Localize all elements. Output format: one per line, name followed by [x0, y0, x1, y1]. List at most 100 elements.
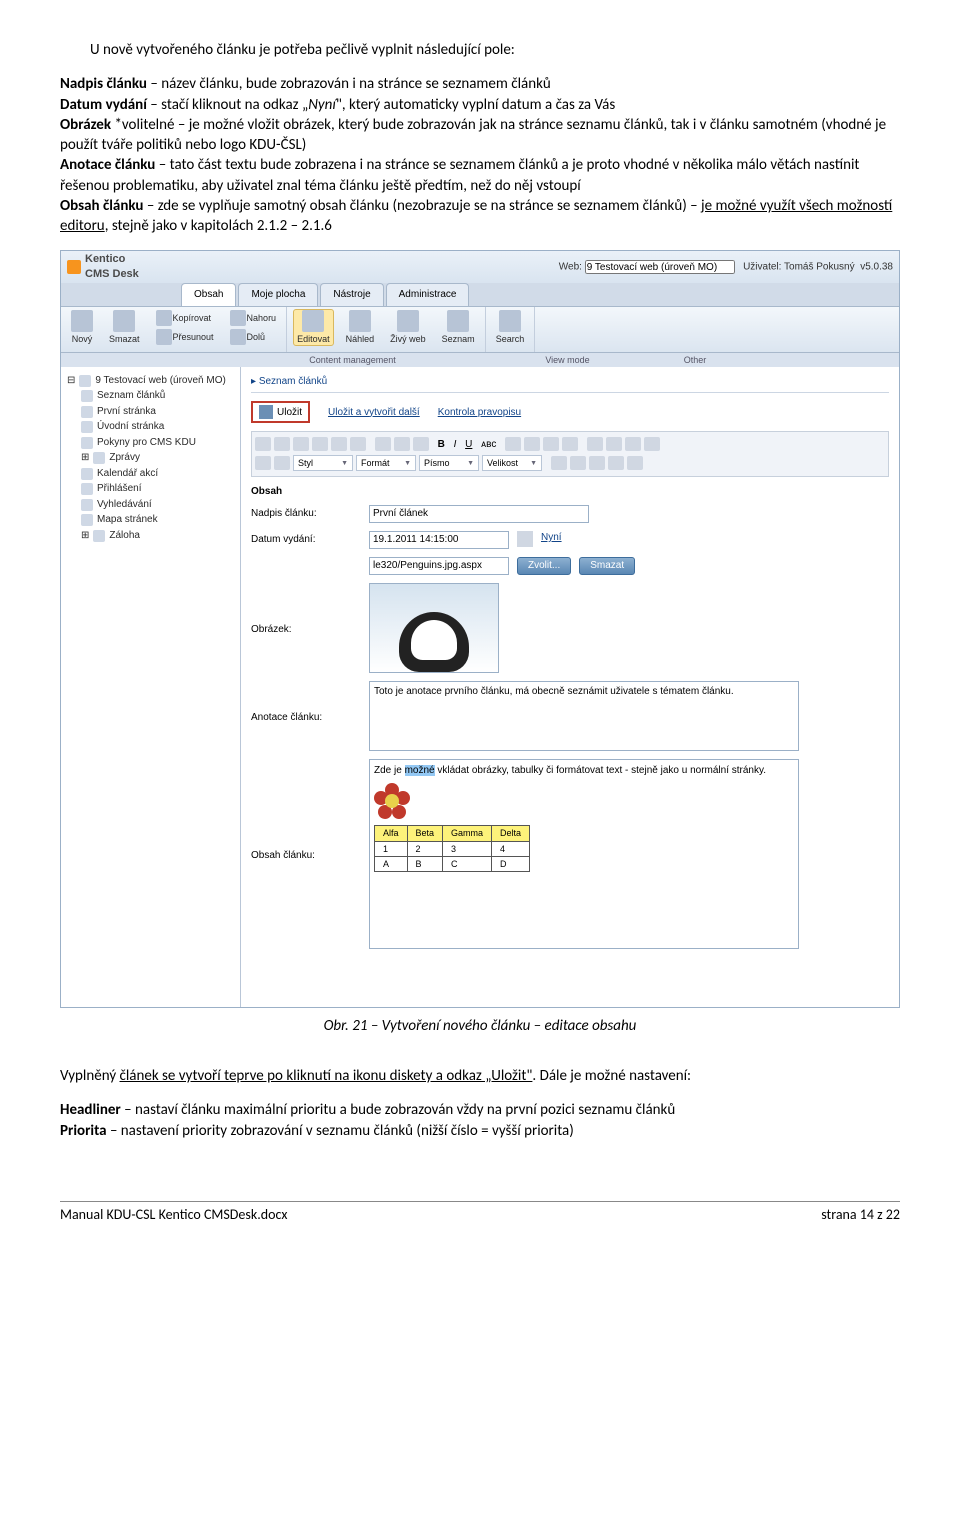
- tree-label: Úvodní stránka: [97, 420, 164, 434]
- ed-tool-icon[interactable]: [394, 437, 410, 451]
- tb-zivy-web[interactable]: Živý web: [386, 309, 430, 346]
- tree-item[interactable]: Přihlášení: [67, 481, 234, 497]
- tree-item[interactable]: Pokyny pro CMS KDU: [67, 435, 234, 451]
- bold-icon[interactable]: B: [438, 438, 445, 452]
- tree-item[interactable]: ⊞ Záloha: [67, 528, 234, 544]
- def-term: Anotace článku: [60, 156, 155, 174]
- ed-tool-icon[interactable]: [644, 437, 660, 451]
- tb-nahled[interactable]: Náhled: [342, 309, 379, 346]
- tree-item[interactable]: První stránka: [67, 404, 234, 420]
- tab-obsah[interactable]: Obsah: [181, 283, 236, 306]
- underline-icon[interactable]: U: [465, 438, 472, 452]
- tree-root[interactable]: ⊟ 9 Testovací web (úroveň MO): [67, 373, 234, 389]
- tree-label: První stránka: [97, 405, 156, 419]
- ed-tool-icon[interactable]: [587, 437, 603, 451]
- page-icon: [93, 530, 105, 542]
- p-text: Vyplněný: [60, 1067, 120, 1085]
- delete-img-button[interactable]: Smazat: [579, 557, 635, 575]
- list-icon: [447, 310, 469, 332]
- ed-tool-icon[interactable]: [255, 437, 271, 451]
- def-text: – název článku, bude zobrazován i na str…: [147, 75, 551, 93]
- choose-button[interactable]: Zvolit...: [517, 557, 571, 575]
- tree-label: Seznam článků: [97, 389, 165, 403]
- tab-nastroje[interactable]: Nástroje: [320, 283, 383, 306]
- calendar-icon[interactable]: [517, 531, 533, 547]
- tb-smazat[interactable]: Smazat: [105, 309, 144, 346]
- tb-editovat[interactable]: Editovat: [293, 309, 334, 346]
- image-path-input[interactable]: [369, 557, 509, 575]
- user-name: Tomáš Pokusný: [784, 262, 855, 273]
- search-icon: [499, 310, 521, 332]
- tb-label: Přesunout: [173, 331, 214, 343]
- tab-moje-plocha[interactable]: Moje plocha: [238, 283, 318, 306]
- ed-tool-icon[interactable]: [606, 437, 622, 451]
- ed-tool-icon[interactable]: [543, 437, 559, 451]
- tree-item[interactable]: Mapa stránek: [67, 512, 234, 528]
- save-button[interactable]: Uložit: [251, 401, 310, 423]
- format-select[interactable]: Formát: [356, 455, 416, 471]
- field-label: Datum vydání:: [251, 531, 361, 547]
- date-input[interactable]: [369, 531, 509, 549]
- strike-icon[interactable]: ᴀʙᴄ: [481, 438, 496, 452]
- def-text: ", který automaticky vyplní datum a čas …: [336, 96, 615, 114]
- table-cell: Gamma: [443, 826, 492, 841]
- tree-item[interactable]: Úvodní stránka: [67, 419, 234, 435]
- font-select[interactable]: Písmo: [419, 455, 479, 471]
- ed-tool-icon[interactable]: [293, 437, 309, 451]
- paragraph: Vyplněný článek se vytvoří teprve po kli…: [60, 1066, 900, 1086]
- ed-tool-icon[interactable]: [570, 456, 586, 470]
- tb-kopirovat[interactable]: Kopírovat: [152, 309, 218, 327]
- size-select[interactable]: Velikost: [482, 455, 542, 471]
- tree-item[interactable]: Kalendář akcí: [67, 466, 234, 482]
- style-select[interactable]: Styl: [293, 455, 353, 471]
- annotation-textarea[interactable]: Toto je anotace prvního článku, má obecn…: [369, 681, 799, 751]
- tree-item[interactable]: Seznam článků: [67, 388, 234, 404]
- tb-seznam[interactable]: Seznam: [438, 309, 479, 346]
- content-text: vkládat obrázky, tabulky či formátovat t…: [435, 765, 766, 776]
- page-footer: Manual KDU-CSL Kentico CMSDesk.docx stra…: [60, 1201, 900, 1225]
- tb-search[interactable]: Search: [492, 309, 529, 346]
- def-text: – nastaví článku maximální prioritu a bu…: [121, 1101, 675, 1119]
- version-text: v5.0.38: [860, 262, 893, 273]
- tree-label: Zprávy: [109, 451, 140, 465]
- table-cell: B: [407, 856, 443, 871]
- field-label: Anotace článku:: [251, 681, 361, 725]
- spellcheck-link[interactable]: Kontrola pravopisu: [438, 406, 521, 420]
- tb-dolu[interactable]: Dolů: [226, 328, 281, 346]
- delete-icon: [113, 310, 135, 332]
- ed-tool-icon[interactable]: [331, 437, 347, 451]
- ed-tool-icon[interactable]: [274, 437, 290, 451]
- ed-tool-icon[interactable]: [551, 456, 567, 470]
- header-right: Web: Uživatel: Tomáš Pokusný v5.0.38: [559, 260, 893, 274]
- ed-tool-icon[interactable]: [608, 456, 624, 470]
- italic-icon[interactable]: I: [454, 438, 457, 452]
- content-editor[interactable]: Zde je možné vkládat obrázky, tabulky či…: [369, 759, 799, 949]
- tree-item[interactable]: ⊞ Zprávy: [67, 450, 234, 466]
- ed-tool-icon[interactable]: [625, 437, 641, 451]
- save-create-link[interactable]: Uložit a vytvořit další: [328, 406, 420, 420]
- ed-tool-icon[interactable]: [413, 437, 429, 451]
- ed-tool-icon[interactable]: [255, 456, 271, 470]
- tb-novy[interactable]: Nový: [67, 309, 97, 346]
- ed-tool-icon[interactable]: [312, 437, 328, 451]
- plus-icon[interactable]: ⊟: [67, 374, 75, 388]
- ed-tool-icon[interactable]: [562, 437, 578, 451]
- ed-tool-icon[interactable]: [350, 437, 366, 451]
- tb-nahoru[interactable]: Nahoru: [226, 309, 281, 327]
- ed-tool-icon[interactable]: [505, 437, 521, 451]
- table-cell: Alfa: [375, 826, 408, 841]
- now-link[interactable]: Nyní: [541, 531, 562, 545]
- tb-section-label: Content management: [235, 354, 470, 366]
- title-input[interactable]: [369, 505, 589, 523]
- ed-tool-icon[interactable]: [589, 456, 605, 470]
- ed-tool-icon[interactable]: [274, 456, 290, 470]
- ed-tool-icon[interactable]: [627, 456, 643, 470]
- web-selector[interactable]: [585, 260, 735, 274]
- tab-administrace[interactable]: Administrace: [386, 283, 470, 306]
- tree-label: Kalendář akcí: [97, 467, 158, 481]
- logo-text-b: CMS Desk: [85, 268, 139, 280]
- ed-tool-icon[interactable]: [524, 437, 540, 451]
- ed-tool-icon[interactable]: [375, 437, 391, 451]
- tb-presunout[interactable]: Přesunout: [152, 328, 218, 346]
- tree-item[interactable]: Vyhledávání: [67, 497, 234, 513]
